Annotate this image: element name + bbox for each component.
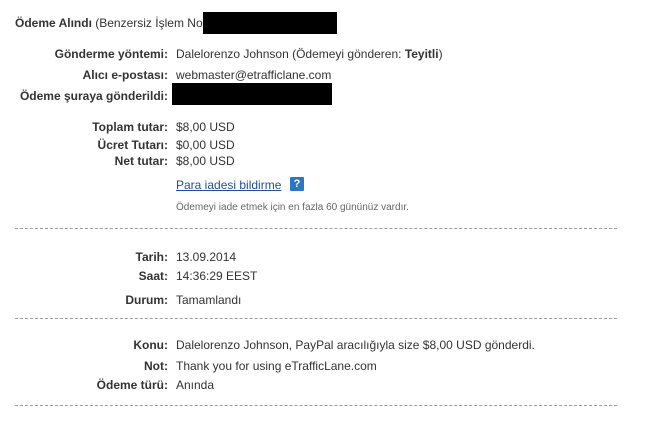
status-label: Durum:	[125, 293, 168, 307]
subject-label: Konu:	[133, 338, 168, 352]
total-value: $8,00 USD	[176, 120, 235, 134]
note-value: Thank you for using eTrafficLane.com	[176, 359, 377, 373]
title-transaction-label: (Benzersiz İşlem No	[95, 16, 203, 30]
title-bold: Ödeme Alındı	[15, 16, 92, 30]
page-title: Ödeme Alındı (Benzersiz İşlem No	[15, 16, 203, 30]
email-label: Alıcı e-postası:	[82, 68, 168, 82]
verified-status: Teyitli	[404, 47, 439, 61]
date-label: Tarih:	[135, 250, 168, 264]
time-label: Saat:	[138, 269, 168, 283]
divider-2	[15, 318, 617, 319]
refund-link[interactable]: Para iadesi bildirme	[176, 178, 281, 192]
fee-label: Ücret Tutarı:	[97, 138, 168, 152]
email-value: webmaster@etrafficlane.com	[176, 68, 332, 82]
note-label: Not:	[144, 359, 168, 373]
subject-value: Dalelorenzo Johnson, PayPal aracılığıyla…	[176, 338, 535, 352]
refund-note: Ödemeyi iade etmek için en fazla 60 günü…	[176, 202, 409, 213]
redacted-recipient	[172, 83, 332, 105]
payment-type-label: Ödeme türü:	[96, 378, 168, 392]
net-label: Net tutar:	[114, 154, 168, 168]
payment-type-value: Anında	[176, 378, 215, 392]
redacted-transaction-id	[203, 12, 337, 34]
time-value: 14:36:29 EEST	[176, 269, 258, 283]
divider-1	[15, 228, 617, 229]
method-label: Gönderme yöntemi:	[54, 47, 168, 61]
fee-value: $0,00 USD	[176, 138, 235, 152]
status-value: Tamamlandı	[176, 293, 242, 307]
total-label: Toplam tutar:	[92, 120, 168, 134]
method-value: Dalelorenzo Johnson (Ödemeyi gönderen: T…	[176, 47, 443, 61]
method-close: )	[438, 47, 443, 61]
sender-name: Dalelorenzo Johnson (Ödemeyi gönderen:	[176, 47, 402, 61]
divider-3	[15, 405, 617, 406]
sent-to-label: Ödeme şuraya gönderildi:	[19, 89, 168, 103]
date-value: 13.09.2014	[176, 250, 237, 264]
net-value: $8,00 USD	[176, 154, 235, 168]
help-icon[interactable]: ?	[290, 177, 304, 191]
